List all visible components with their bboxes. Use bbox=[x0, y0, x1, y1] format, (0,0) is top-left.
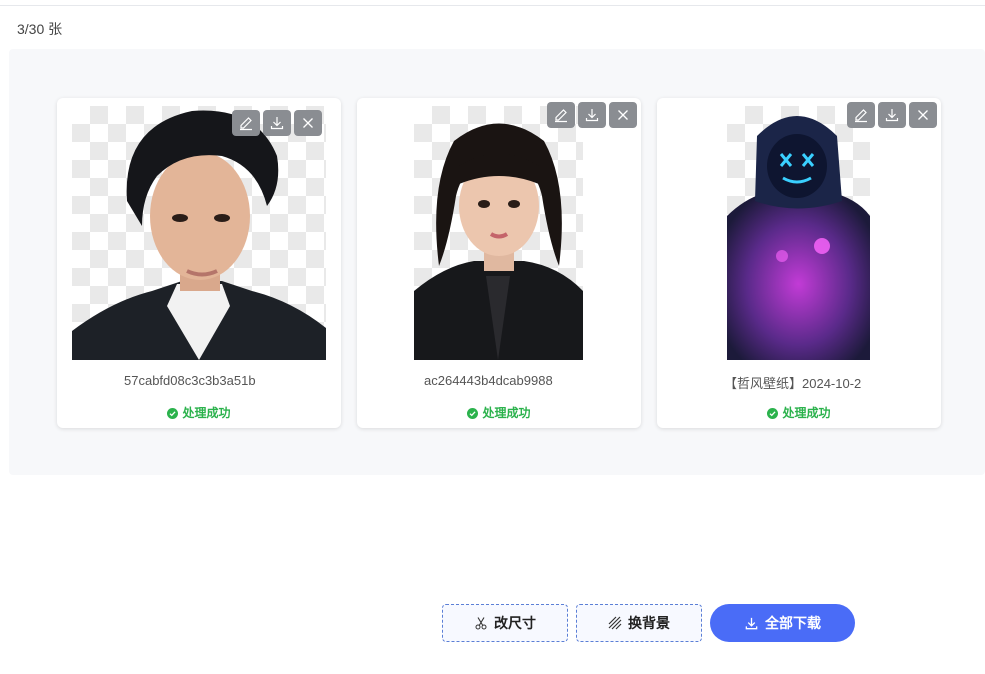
status-badge: 处理成功 bbox=[357, 404, 641, 421]
change-background-label: 换背景 bbox=[628, 615, 670, 631]
check-circle-icon bbox=[467, 408, 479, 419]
remove-button[interactable] bbox=[294, 110, 322, 136]
result-image[interactable] bbox=[72, 106, 326, 360]
result-image[interactable] bbox=[414, 106, 583, 360]
remove-button[interactable] bbox=[609, 102, 637, 128]
status-badge: 处理成功 bbox=[657, 404, 941, 421]
remove-button[interactable] bbox=[909, 102, 937, 128]
image-count: 3/30 张 bbox=[17, 21, 63, 37]
file-name: ac264443b4dcab9988 bbox=[424, 373, 553, 388]
resize-button[interactable]: 改尺寸 bbox=[442, 604, 568, 642]
resize-label: 改尺寸 bbox=[494, 615, 536, 631]
check-circle-icon bbox=[167, 408, 179, 419]
download-button[interactable] bbox=[878, 102, 906, 128]
download-all-label: 全部下载 bbox=[765, 615, 821, 631]
top-divider bbox=[0, 5, 985, 6]
edit-icon bbox=[855, 109, 867, 123]
file-name: 57cabfd08c3c3b3a51b bbox=[124, 373, 256, 388]
portrait-man-image bbox=[72, 110, 326, 360]
card-actions bbox=[847, 102, 937, 128]
result-card: ac264443b4dcab9988 处理成功 bbox=[357, 98, 641, 428]
download-all-button[interactable]: 全部下载 bbox=[710, 604, 855, 642]
result-card: 【哲风壁纸】2024-10-2 处理成功 bbox=[657, 98, 941, 428]
result-image[interactable] bbox=[727, 106, 870, 360]
download-button[interactable] bbox=[578, 102, 606, 128]
portrait-woman-image bbox=[414, 123, 583, 360]
close-icon bbox=[303, 118, 313, 128]
edit-button[interactable] bbox=[232, 110, 260, 136]
download-icon bbox=[270, 117, 284, 130]
card-actions bbox=[547, 102, 637, 128]
check-circle-icon bbox=[767, 408, 779, 419]
result-card: 57cabfd08c3c3b3a51b 处理成功 bbox=[57, 98, 341, 428]
neon-mask-figure-image bbox=[727, 116, 870, 360]
edit-button[interactable] bbox=[547, 102, 575, 128]
download-button[interactable] bbox=[263, 110, 291, 136]
edit-icon bbox=[555, 109, 567, 123]
status-badge: 处理成功 bbox=[57, 404, 341, 421]
hatch-pattern-icon bbox=[608, 616, 622, 630]
close-icon bbox=[618, 110, 628, 120]
scissors-icon bbox=[475, 617, 487, 630]
edit-icon bbox=[240, 117, 252, 131]
download-icon bbox=[885, 109, 899, 122]
change-background-button[interactable]: 换背景 bbox=[576, 604, 702, 642]
close-icon bbox=[918, 110, 928, 120]
edit-button[interactable] bbox=[847, 102, 875, 128]
download-icon bbox=[585, 109, 599, 122]
card-actions bbox=[232, 110, 322, 136]
file-name: 【哲风壁纸】2024-10-2 bbox=[724, 376, 862, 391]
download-icon bbox=[745, 617, 758, 629]
